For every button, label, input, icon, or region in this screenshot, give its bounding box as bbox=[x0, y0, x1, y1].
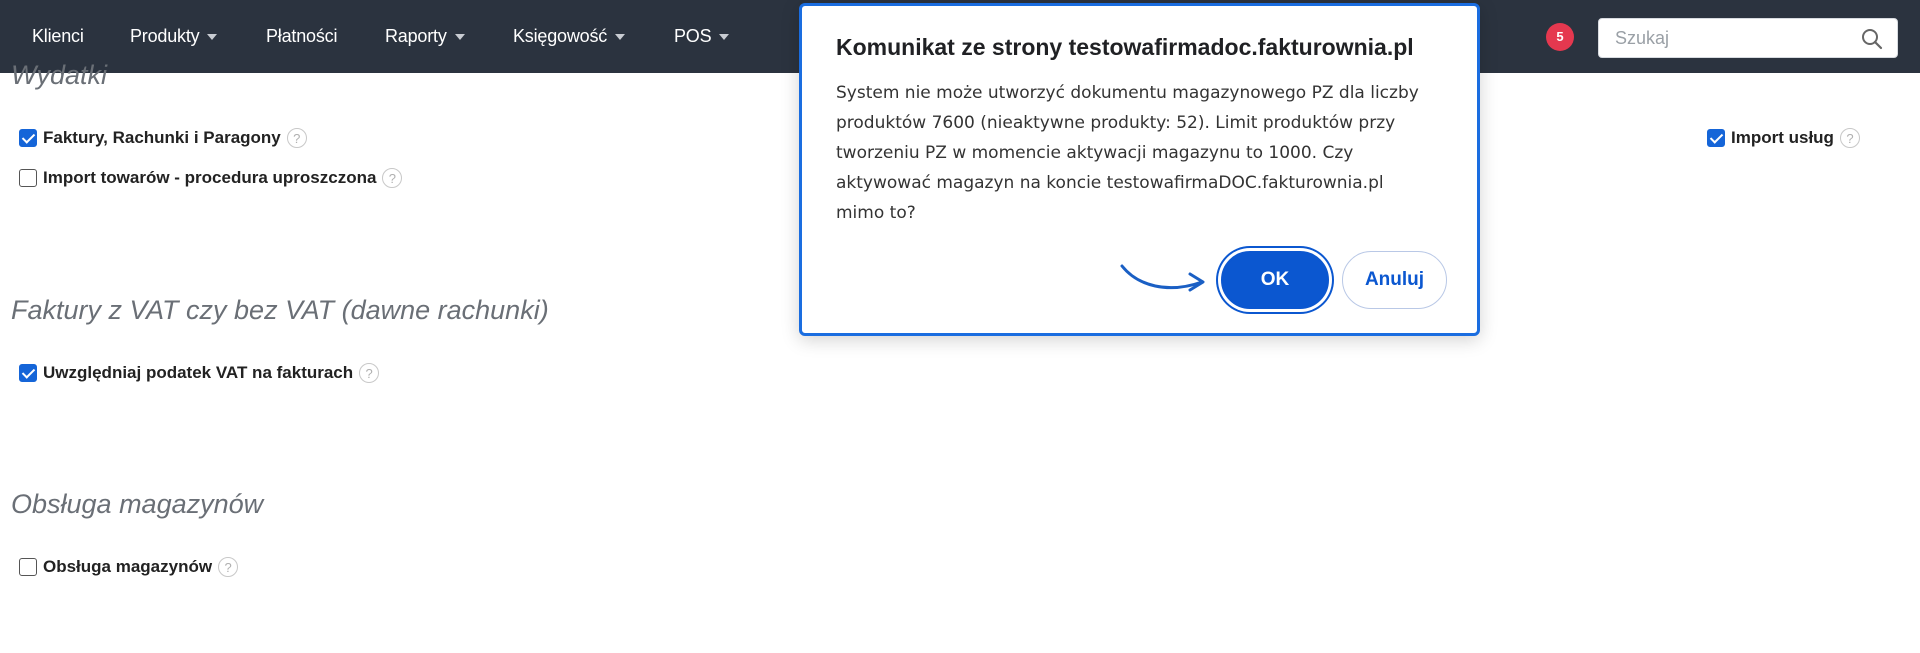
notification-badge[interactable]: 5 bbox=[1546, 23, 1574, 51]
cancel-button[interactable]: Anuluj bbox=[1342, 251, 1447, 309]
checkbox-checked[interactable] bbox=[19, 129, 37, 147]
nav-item-label: Klienci bbox=[32, 26, 84, 46]
search-input[interactable] bbox=[1599, 19, 1849, 57]
chevron-down-icon bbox=[615, 34, 626, 41]
help-icon[interactable]: ? bbox=[286, 128, 307, 148]
nav-item-label: Raporty bbox=[385, 26, 447, 46]
section-title-vat: Faktury z VAT czy bez VAT (dawne rachunk… bbox=[11, 295, 549, 325]
checkbox-row-import-uslug[interactable]: Import usług ? bbox=[1707, 128, 1860, 148]
section-title-wydatki: Wydatki bbox=[11, 60, 108, 90]
checkbox-checked[interactable] bbox=[1707, 129, 1725, 147]
nav-item-label: POS bbox=[674, 26, 712, 46]
dialog-message: System nie może utworzyć dokumentu magaz… bbox=[836, 83, 1419, 223]
checkbox-label: Obsługa magazynów bbox=[43, 557, 213, 576]
chevron-down-icon bbox=[454, 34, 465, 41]
nav-item-produkty[interactable]: Produkty bbox=[130, 0, 218, 73]
checkbox-row-obsluga-magazynow[interactable]: Obsługa magazynów ? bbox=[19, 557, 239, 577]
section-title-magazyny: Obsługa magazynów bbox=[11, 489, 264, 519]
help-icon[interactable]: ? bbox=[218, 557, 239, 577]
checkbox-row-uwzgledniaj-vat[interactable]: Uwzględniaj podatek VAT na fakturach ? bbox=[19, 363, 380, 383]
checkbox-label: Uwzględniaj podatek VAT na fakturach bbox=[43, 363, 354, 382]
ok-button[interactable]: OK bbox=[1221, 251, 1329, 309]
checkbox-unchecked[interactable] bbox=[19, 558, 37, 576]
nav-item-platnosci[interactable]: Płatności bbox=[266, 0, 337, 73]
checkbox-row-faktury-rachunki[interactable]: Faktury, Rachunki i Paragony ? bbox=[19, 128, 307, 148]
checkbox-label: Import usług bbox=[1731, 128, 1834, 147]
checkbox-unchecked[interactable] bbox=[19, 169, 37, 187]
nav-item-label: Księgowość bbox=[513, 26, 608, 46]
nav-item-pos[interactable]: POS bbox=[674, 0, 730, 73]
help-icon[interactable]: ? bbox=[382, 168, 403, 188]
dialog-title: Komunikat ze strony testowafirmadoc.fakt… bbox=[836, 34, 1414, 60]
search-box bbox=[1598, 18, 1898, 58]
nav-item-label: Płatności bbox=[266, 26, 338, 46]
chevron-down-icon bbox=[719, 34, 730, 41]
help-icon[interactable]: ? bbox=[359, 363, 380, 383]
search-icon[interactable] bbox=[1861, 28, 1883, 50]
help-icon[interactable]: ? bbox=[1839, 128, 1860, 148]
checkbox-checked[interactable] bbox=[19, 364, 37, 382]
checkbox-row-import-towarow[interactable]: Import towarów - procedura uproszczona ? bbox=[19, 168, 403, 188]
checkbox-label: Faktury, Rachunki i Paragony bbox=[43, 128, 281, 147]
nav-item-ksiegowosc[interactable]: Księgowość bbox=[513, 0, 626, 73]
checkbox-label: Import towarów - procedura uproszczona bbox=[43, 168, 377, 187]
nav-item-label: Produkty bbox=[130, 26, 200, 46]
arrow-pointer-icon bbox=[1120, 264, 1205, 292]
chevron-down-icon bbox=[207, 34, 218, 41]
nav-item-raporty[interactable]: Raporty bbox=[385, 0, 465, 73]
